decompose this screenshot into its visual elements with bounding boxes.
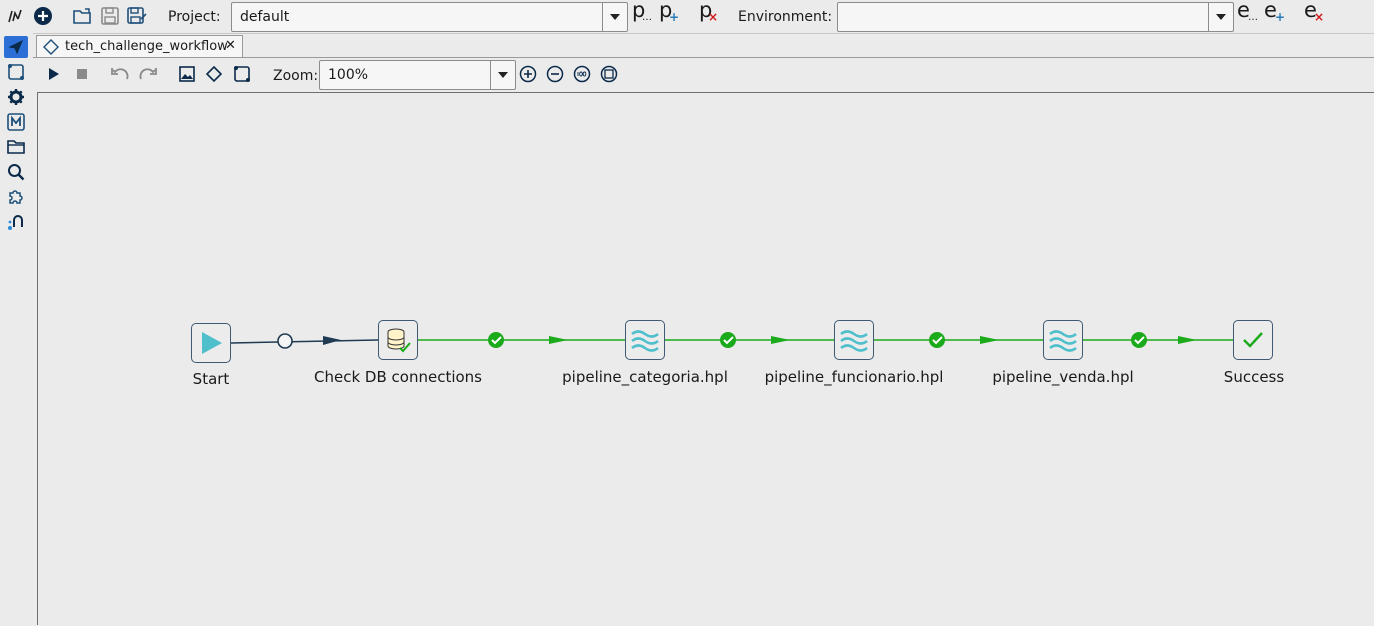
chevron-down-icon — [610, 14, 620, 20]
action-success[interactable] — [1233, 320, 1273, 360]
image-export-icon[interactable] — [179, 66, 195, 86]
add-project-suffix: + — [669, 10, 680, 24]
unconditional-hop-icon — [277, 333, 293, 349]
tab-title: tech_challenge_workflow — [65, 39, 228, 54]
action-label: Start — [192, 370, 230, 388]
zoom-label: Zoom: — [273, 68, 319, 84]
pipeline-waves-icon — [631, 330, 659, 352]
environment-select[interactable] — [837, 2, 1234, 32]
action-check-db-connections[interactable] — [378, 320, 418, 360]
delete-environment-suffix: × — [1314, 10, 1325, 24]
start-play-icon — [202, 332, 222, 354]
close-icon[interactable]: ✕ — [225, 38, 236, 53]
zoom-100-icon[interactable] — [573, 65, 591, 87]
plugin-puzzle-icon[interactable] — [5, 186, 27, 208]
action-label: Check DB connections — [314, 368, 482, 386]
action-pipeline-categoria[interactable] — [625, 320, 665, 360]
workflow-canvas[interactable]: Start Check DB connections pipeline_cate… — [37, 92, 1374, 625]
snap-grid-icon[interactable] — [233, 65, 251, 87]
file-tab-strip: tech_challenge_workflow ✕ — [33, 33, 1374, 58]
hop-funcionario-to-venda[interactable] — [874, 332, 1043, 348]
add-project-button[interactable]: p + — [659, 0, 680, 30]
action-start[interactable] — [191, 323, 231, 363]
stop-icon[interactable] — [76, 68, 88, 84]
workflow-toolbar: Zoom: 100% — [38, 58, 1374, 92]
success-check-icon — [1243, 332, 1263, 348]
new-file-icon[interactable] — [32, 5, 54, 27]
workflow-diamond-icon — [43, 39, 59, 59]
zoom-select-value: 100% — [328, 67, 369, 83]
database-check-icon — [387, 328, 411, 353]
save-as-icon[interactable] — [126, 5, 148, 27]
edit-project-suffix: … — [642, 12, 652, 23]
hops-layer — [230, 332, 1233, 349]
open-file-icon[interactable] — [72, 5, 94, 27]
chevron-down-icon — [498, 72, 508, 78]
delete-project-suffix: × — [708, 10, 719, 24]
zoom-in-icon[interactable] — [519, 65, 537, 87]
hop-categoria-to-funcionario[interactable] — [665, 332, 834, 348]
action-label: pipeline_funcionario.hpl — [764, 368, 944, 386]
save-icon[interactable] — [99, 5, 121, 27]
edit-project-button[interactable]: p … — [632, 0, 652, 30]
delete-environment-button[interactable]: e × — [1304, 0, 1325, 30]
success-check-icon — [488, 332, 504, 348]
folder-icon[interactable] — [5, 136, 27, 158]
data-orchestration-icon[interactable] — [4, 36, 28, 58]
zoom-select[interactable]: 100% — [319, 60, 516, 90]
align-diamond-icon[interactable] — [205, 65, 223, 86]
hop-flow-icon[interactable] — [5, 211, 27, 233]
project-label: Project: — [168, 9, 221, 25]
zoom-fit-icon[interactable] — [600, 65, 618, 87]
delete-project-button[interactable]: p × — [699, 0, 719, 30]
run-icon[interactable] — [48, 67, 60, 85]
environment-label: Environment: — [738, 9, 833, 25]
redo-icon[interactable] — [138, 66, 158, 86]
action-label: pipeline_categoria.hpl — [562, 368, 728, 386]
hop-venda-to-success[interactable] — [1083, 332, 1233, 348]
project-select-value: default — [240, 9, 290, 25]
edit-environment-button[interactable]: e … — [1237, 0, 1258, 30]
main-toolbar: Project: default p … p + p × Environment… — [0, 0, 1374, 34]
chevron-down-icon — [1216, 14, 1226, 20]
success-check-icon — [720, 332, 736, 348]
environment-dropdown-button[interactable] — [1208, 3, 1233, 31]
metadata-m-icon[interactable] — [5, 111, 27, 133]
hop-start-to-check-db[interactable] — [230, 333, 379, 349]
project-select[interactable]: default — [231, 2, 628, 32]
perspective-sidebar — [0, 33, 33, 625]
add-environment-button[interactable]: e + — [1264, 0, 1286, 30]
zoom-dropdown-button[interactable] — [490, 61, 515, 89]
hop-check-db-to-categoria[interactable] — [418, 332, 625, 348]
pipeline-waves-icon — [840, 330, 868, 352]
search-icon[interactable] — [5, 161, 27, 183]
undo-icon[interactable] — [110, 66, 130, 86]
action-pipeline-funcionario[interactable] — [834, 320, 874, 360]
edit-environment-suffix: … — [1248, 12, 1258, 23]
project-dropdown-button[interactable] — [602, 3, 627, 31]
action-label: pipeline_venda.hpl — [992, 368, 1134, 386]
metadata-cycle-icon[interactable] — [5, 61, 27, 83]
zoom-out-icon[interactable] — [546, 65, 564, 87]
action-pipeline-venda[interactable] — [1043, 320, 1083, 360]
action-label: Success — [1223, 368, 1285, 386]
hop-logo-icon[interactable] — [4, 5, 26, 27]
pipeline-waves-icon — [1049, 330, 1077, 352]
success-check-icon — [1131, 332, 1147, 348]
success-check-icon — [929, 332, 945, 348]
tab-tech-challenge-workflow[interactable]: tech_challenge_workflow ✕ — [36, 35, 243, 57]
add-environment-suffix: + — [1275, 10, 1286, 24]
gear-icon[interactable] — [5, 86, 27, 108]
